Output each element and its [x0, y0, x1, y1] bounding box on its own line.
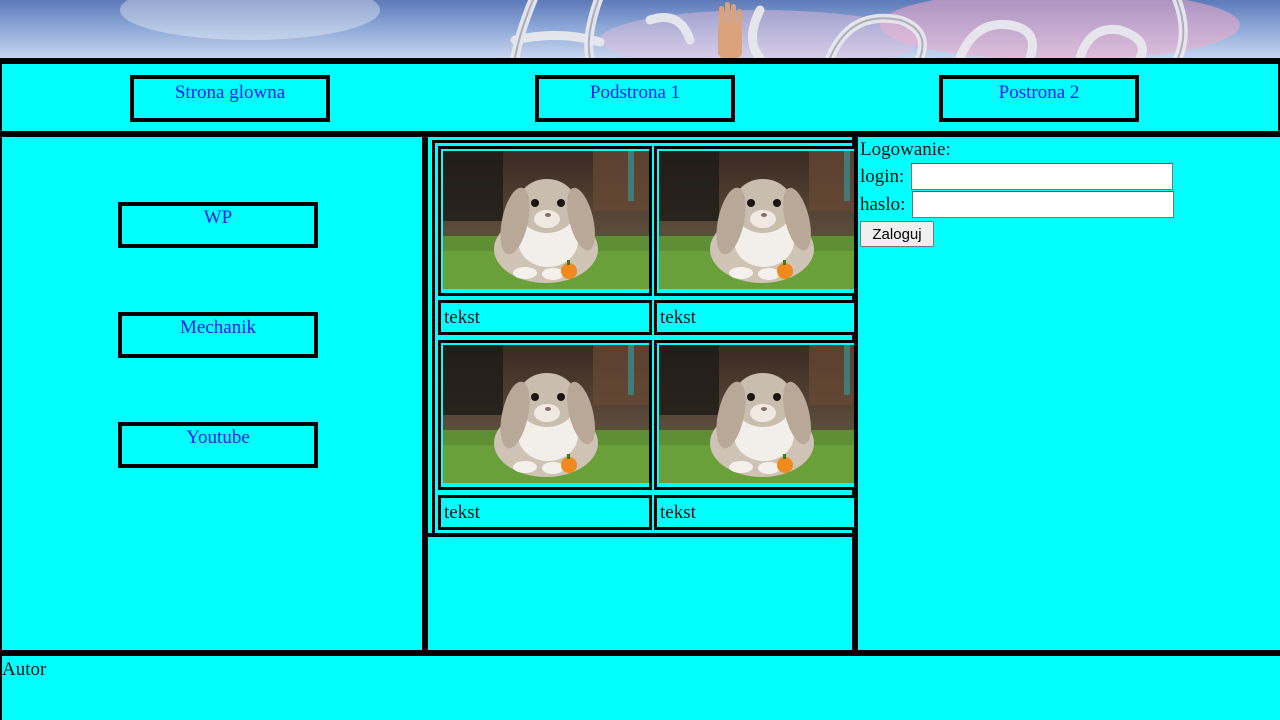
rabbit-photo	[443, 151, 649, 289]
rabbit-photo	[659, 345, 854, 483]
rabbit-photo	[443, 345, 649, 483]
gallery-image-cell	[654, 340, 854, 490]
main-content: tekst tekst tekst tekst	[428, 137, 858, 650]
login-label: login:	[860, 166, 905, 187]
left-sidebar: WP Mechanik Youtube	[0, 137, 428, 650]
login-panel: Logowanie: login: haslo: Zaloguj	[858, 137, 1280, 650]
raised-hand-icon	[718, 2, 742, 58]
header-banner	[0, 0, 1280, 58]
footer-author: Autor	[2, 659, 47, 680]
gallery-divider	[428, 533, 852, 537]
sidebar-link-youtube[interactable]: Youtube	[118, 422, 318, 468]
top-navigation: Strona glowna Podstrona 1 Postrona 2	[0, 58, 1280, 137]
gallery-caption: tekst	[654, 495, 854, 530]
rabbit-photo	[659, 151, 854, 289]
banner-logo	[510, 0, 1188, 58]
gallery-caption: tekst	[438, 495, 652, 530]
gallery-image-cell	[438, 340, 652, 490]
login-button[interactable]: Zaloguj	[860, 221, 934, 247]
nav-link-strona-glowna[interactable]: Strona glowna	[130, 75, 330, 122]
sidebar-link-wp[interactable]: WP	[118, 202, 318, 248]
password-input[interactable]	[912, 191, 1174, 218]
sidebar-link-mechanik[interactable]: Mechanik	[118, 312, 318, 358]
gallery-caption: tekst	[438, 300, 652, 335]
nav-link-podstrona-1[interactable]: Podstrona 1	[535, 75, 735, 122]
gallery-image-cell	[438, 146, 652, 296]
password-label: haslo:	[860, 194, 906, 215]
gallery-image-cell	[654, 146, 854, 296]
nav-link-postrona-2[interactable]: Postrona 2	[939, 75, 1139, 122]
gallery-caption: tekst	[654, 300, 854, 335]
image-gallery: tekst tekst tekst tekst	[432, 140, 854, 536]
login-input[interactable]	[911, 163, 1173, 190]
footer: Autor	[0, 650, 1280, 720]
login-heading: Logowanie:	[860, 139, 951, 160]
